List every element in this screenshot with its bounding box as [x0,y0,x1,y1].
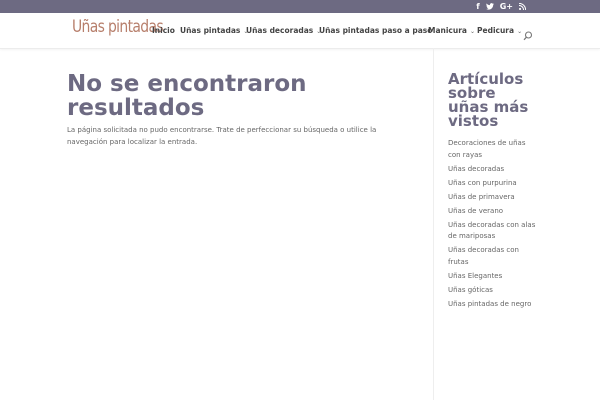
top-bar: f G+ [0,0,600,13]
nav-item-unas-pintadas[interactable]: Uñas pintadas ⌄ [180,26,248,37]
sidebar-link[interactable]: Uñas góticas [448,285,536,297]
not-found-message: La página solicitada no pudo encontrarse… [67,126,377,146]
sidebar-link[interactable]: Uñas decoradas con frutas [448,245,536,268]
google-plus-icon[interactable]: G+ [500,0,513,13]
site-header: Uñas pintadas Inicio Uñas pintadas ⌄ Uñas… [0,13,600,49]
chevron-down-icon: ⌄ [469,28,476,35]
nav-item-label: Uñas decoradas [246,26,314,35]
sidebar-link[interactable]: Uñas decoradas con alas de mariposas [448,220,536,243]
nav-item-inicio[interactable]: Inicio [152,26,175,36]
sidebar-link[interactable]: Decoraciones de uñas con rayas [448,138,536,161]
sidebar-divider [433,48,434,400]
sidebar-link[interactable]: Uñas de primavera [448,192,536,204]
chevron-down-icon: ⌄ [517,28,523,35]
sidebar-link[interactable]: Uñas pintadas de negro [448,299,536,311]
site-logo[interactable]: Uñas pintadas [72,17,164,37]
nav-item-unas-decoradas[interactable]: Uñas decoradas ⌄ [246,26,321,37]
social-links: f G+ [476,0,526,13]
nav-item-pedicura[interactable]: Pedicura ⌄ [477,26,522,37]
nav-item-manicura[interactable]: Manicura ⌄ [428,26,475,37]
nav-item-paso-a-paso[interactable]: Uñas pintadas paso a paso ⌄ [319,26,440,37]
sidebar-link[interactable]: Uñas decoradas [448,164,536,176]
main-content: No se encontraron resultados La página s… [67,72,407,148]
twitter-icon[interactable] [485,3,494,10]
nav-item-label: Pedicura [477,26,515,35]
sidebar-title: Artículos sobre uñas más vistos [448,70,529,130]
sidebar: Artículos sobre uñas más vistos Decoraci… [448,72,548,313]
sidebar-link[interactable]: Uñas de verano [448,206,536,218]
rss-icon[interactable] [519,3,526,10]
nav-item-label: Manicura [428,26,467,35]
facebook-icon[interactable]: f [476,0,479,13]
sidebar-link[interactable]: Uñas con purpurina [448,178,536,190]
popular-articles-list: Decoraciones de uñas con rayas Uñas deco… [448,138,548,310]
page-title: No se encontraron resultados [67,71,307,121]
nav-item-label: Inicio [152,26,175,35]
sidebar-link[interactable]: Uñas Elegantes [448,271,536,283]
search-icon[interactable] [523,26,533,41]
nav-item-label: Uñas pintadas [180,26,241,35]
nav-item-label: Uñas pintadas paso a paso [319,26,433,35]
